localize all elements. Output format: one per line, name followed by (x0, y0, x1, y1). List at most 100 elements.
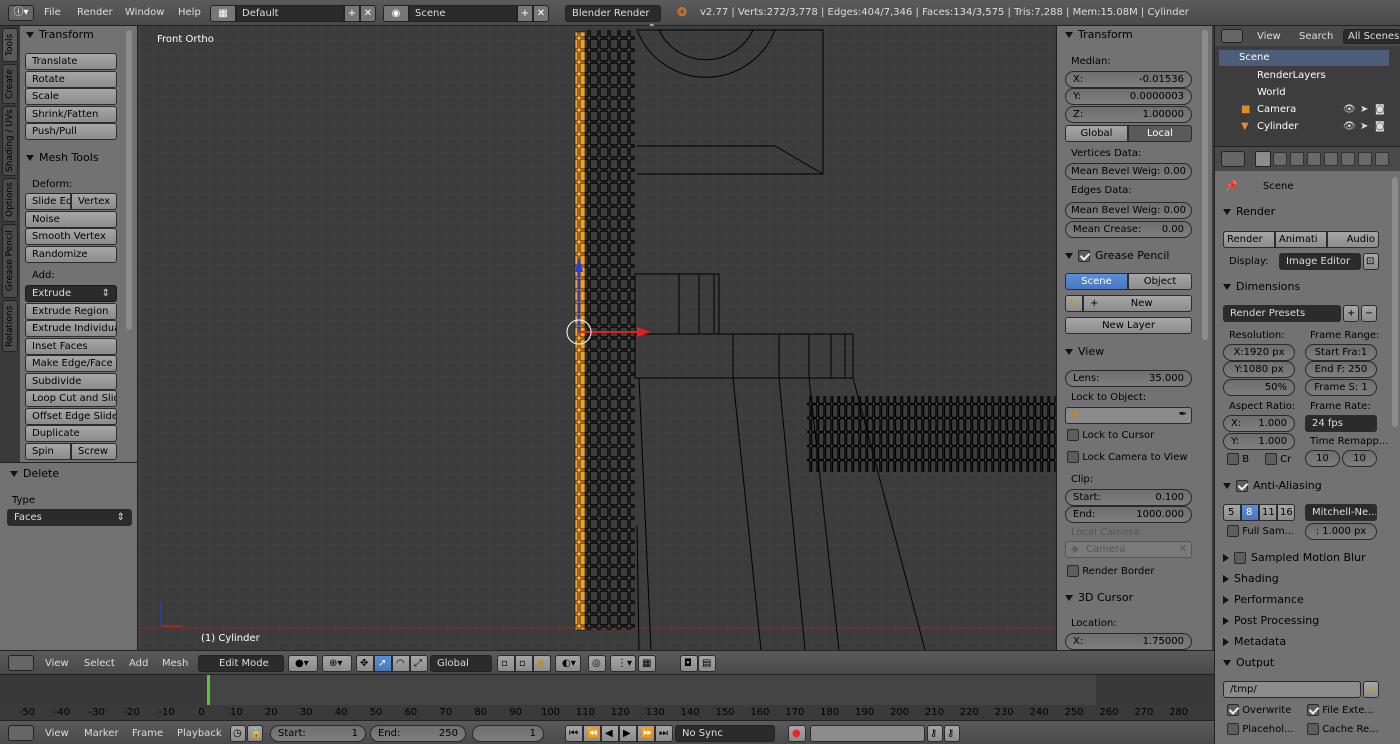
render-layers-tab-icon[interactable] (1273, 152, 1287, 166)
extrude-dropdown[interactable]: Extrude ⇕ (25, 285, 117, 302)
data-tab-icon[interactable] (1375, 152, 1389, 166)
border-checkbox[interactable] (1227, 453, 1239, 465)
clip-end-field[interactable]: End: 1000.000 (1065, 506, 1192, 523)
duplicate-button[interactable]: Duplicate (25, 425, 117, 442)
menu-file[interactable]: File (44, 7, 61, 18)
face-select-icon[interactable]: ◈ (533, 655, 551, 672)
extrude-individual-button[interactable]: Extrude Individual (25, 320, 117, 337)
subdivide-button[interactable]: Subdivide (25, 373, 117, 390)
world-tab-icon[interactable] (1307, 152, 1321, 166)
insert-keyframe-icon[interactable]: ⚷ (927, 725, 943, 742)
n-panel-scrollbar[interactable] (1202, 30, 1208, 340)
viewport-add-menu[interactable]: Add (129, 658, 148, 669)
proportional-edit-icon[interactable]: ◎ (588, 655, 606, 672)
aa-samples-16[interactable]: 16 (1277, 504, 1295, 521)
anti-aliasing-checkbox[interactable] (1236, 480, 1248, 492)
render-audio-button[interactable]: Audio (1327, 231, 1379, 248)
tab-tools[interactable]: Tools (2, 28, 18, 62)
timeline-marker-menu[interactable]: Marker (84, 728, 119, 739)
scene-tab-icon[interactable] (1290, 152, 1304, 166)
file-extensions-row[interactable]: File Exte... (1307, 704, 1374, 716)
delete-keyframe-icon[interactable]: ⚷ (944, 725, 960, 742)
viewport-mesh-menu[interactable]: Mesh (162, 658, 188, 669)
post-processing-header[interactable]: Post Processing (1223, 612, 1319, 630)
output-header[interactable]: Output (1223, 654, 1274, 672)
full-sample-row[interactable]: Full Sam... (1227, 525, 1294, 537)
scale-button[interactable]: Scale (25, 88, 117, 105)
median-x-field[interactable]: X: -0.01536 (1065, 71, 1192, 88)
outliner-item-camera[interactable]: ■ Camera (1239, 102, 1296, 118)
renderable-camera-icon-2[interactable]: ◙ (1375, 121, 1385, 132)
noise-button[interactable]: Noise (25, 211, 117, 228)
overwrite-row[interactable]: Overwrite (1227, 704, 1291, 716)
local-camera-field[interactable]: ◈ Camera ✕ (1065, 541, 1192, 558)
aa-filter-dropdown[interactable]: Mitchell-Ne... (1305, 504, 1377, 521)
mean-crease-field[interactable]: Mean Crease: 0.00 (1065, 221, 1192, 238)
next-keyframe-icon[interactable]: ⏩ (637, 725, 655, 742)
remap-old-field[interactable]: 10 (1305, 450, 1340, 467)
smooth-vertex-button[interactable]: Smooth Vertex (25, 228, 117, 245)
play-reverse-icon[interactable]: ◀ (601, 725, 619, 742)
all-scenes-dropdown[interactable]: All Scenes (1343, 29, 1400, 44)
lock-object-field[interactable]: ◈ ✒ (1065, 407, 1192, 424)
res-percent-field[interactable]: 50% (1223, 379, 1295, 396)
gp-new-button[interactable]: + New (1083, 295, 1192, 312)
render-border-checkbox[interactable] (1067, 565, 1079, 577)
jump-start-icon[interactable]: ⏮ (565, 725, 583, 742)
placeholders-row[interactable]: Placehol... (1227, 723, 1294, 735)
outliner-type-icon[interactable] (1221, 29, 1243, 43)
gp-object-button[interactable]: Object (1128, 273, 1192, 290)
outliner-item-world[interactable]: World (1239, 85, 1286, 101)
layout-name-field[interactable]: Default (236, 5, 344, 22)
prev-keyframe-icon[interactable]: ⏪ (583, 725, 601, 742)
pencil-icon[interactable]: ✎ (1065, 295, 1083, 312)
viewport-shading-dropdown[interactable]: ●▾ (288, 655, 318, 672)
add-scene-icon[interactable]: + (517, 5, 533, 22)
properties-scrollbar[interactable] (1392, 177, 1398, 427)
median-y-field[interactable]: Y: 0.0000003 (1065, 88, 1192, 105)
output-path-field[interactable]: /tmp/ (1223, 681, 1361, 698)
keying-set-field[interactable] (810, 725, 925, 742)
slide-edge-button[interactable]: Slide Ed (25, 193, 71, 210)
snap-target-icon[interactable]: ▦ (638, 655, 656, 672)
snap-element-icon[interactable]: ⋮▾ (610, 655, 636, 672)
display-dropdown[interactable]: Image Editor (1279, 253, 1361, 270)
lock-interface-icon[interactable]: ⊡ (1363, 253, 1379, 270)
overwrite-checkbox[interactable] (1227, 704, 1239, 716)
dimensions-panel-header[interactable]: Dimensions (1223, 278, 1300, 296)
median-z-field[interactable]: Z: 1.00000 (1065, 106, 1192, 123)
crop-checkbox-row[interactable]: Cr (1265, 453, 1291, 465)
view-panel-header[interactable]: View (1065, 343, 1104, 361)
record-icon[interactable]: ● (788, 725, 806, 742)
viewport-canvas[interactable] (139, 26, 1056, 650)
remove-layout-icon[interactable]: ✕ (360, 5, 376, 22)
viewport-3d[interactable]: Front Ortho (1) Cylinder (139, 26, 1056, 650)
res-y-field[interactable]: Y:1080 px (1223, 361, 1295, 378)
tab-options[interactable]: Options (2, 178, 18, 222)
lock-to-cursor-row[interactable]: Lock to Cursor (1067, 429, 1154, 441)
frame-step-field[interactable]: Frame S: 1 (1305, 379, 1377, 396)
outliner-item-renderlayers[interactable]: RenderLayers (1239, 68, 1326, 84)
tool-shelf-scrollbar[interactable] (126, 30, 132, 330)
occlude-geometry-icon[interactable]: ◐▾ (555, 655, 581, 672)
cache-result-checkbox[interactable] (1307, 723, 1319, 735)
info-editor-type-button[interactable]: ⓘ▾ (8, 5, 34, 21)
metadata-header[interactable]: Metadata (1223, 633, 1286, 651)
vertex-bevel-weight-field[interactable]: Mean Bevel Weig: 0.00 (1065, 163, 1192, 180)
menu-window[interactable]: Window (125, 7, 164, 18)
aspect-y-field[interactable]: Y: 1.000 (1223, 433, 1295, 450)
menu-help[interactable]: Help (178, 7, 201, 18)
slide-vertex-button[interactable]: Vertex (71, 193, 117, 210)
n-transform-header[interactable]: Transform (1065, 26, 1133, 44)
cursor-x-field[interactable]: X: 1.75000 (1065, 633, 1192, 650)
render-still-icon[interactable]: ◘ (680, 655, 698, 672)
edge-bevel-weight-field[interactable]: Mean Bevel Weig: 0.00 (1065, 202, 1192, 219)
render-engine-dropdown[interactable]: Blender Render⇕ (565, 5, 661, 34)
outliner-view-menu[interactable]: View (1257, 31, 1281, 42)
remap-new-field[interactable]: 10 (1342, 450, 1377, 467)
crop-checkbox[interactable] (1265, 453, 1277, 465)
aspect-x-field[interactable]: X: 1.000 (1223, 415, 1295, 432)
menu-render[interactable]: Render (77, 7, 113, 18)
shading-header[interactable]: Shading (1223, 570, 1279, 588)
extrude-region-button[interactable]: Extrude Region (25, 303, 117, 320)
